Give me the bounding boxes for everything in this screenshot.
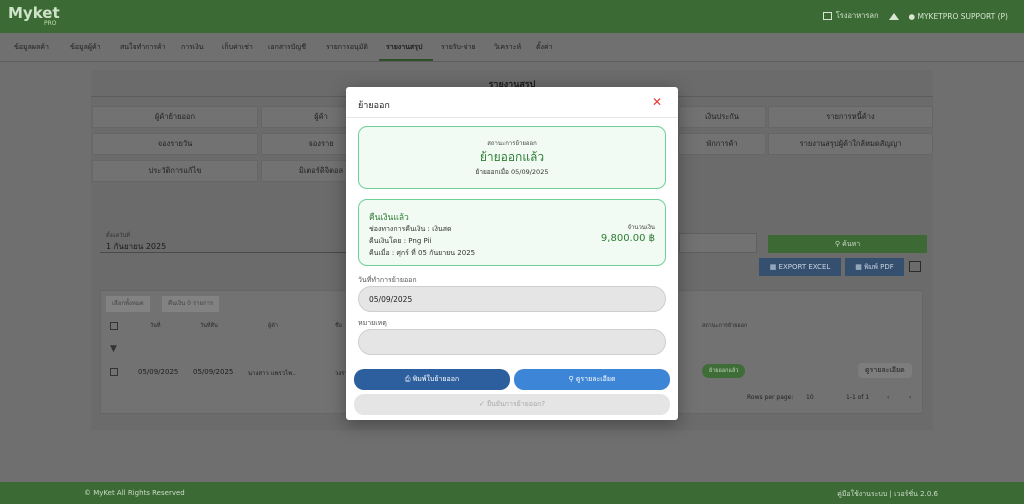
note-input[interactable] — [358, 329, 666, 355]
status-card: สถานะการย้ายออก ย้ายออกแล้ว ย้ายออกเมื่อ… — [358, 126, 666, 189]
footer-copyright: © MyKet All Rights Reserved — [84, 489, 185, 497]
moveout-date-input[interactable]: 05/09/2025 — [358, 286, 666, 312]
close-icon[interactable]: ✕ — [652, 95, 662, 109]
nav-item-rent[interactable]: เก็บค่าเช่า — [222, 42, 253, 53]
footer-version[interactable]: คู่มือใช้งานระบบ | เวอร์ชั่น 2.0.6 — [837, 489, 938, 500]
nav-item-approval[interactable]: รายการอนุมัติ — [326, 42, 368, 53]
filter-icon[interactable]: ▼ — [110, 344, 117, 354]
nav-item-analysis[interactable]: วิเคราะห์ — [494, 42, 521, 53]
nav-item-income[interactable]: รายรับ-จ่าย — [441, 42, 476, 53]
from-date-value: 1 กันยายน 2025 — [106, 242, 167, 251]
export-excel-button[interactable]: ▦ EXPORT EXCEL — [759, 258, 841, 276]
moveout-date-value: 05/09/2025 — [369, 295, 413, 304]
from-date-field[interactable]: ตั้งแต่วันที่ 1 กันยายน 2025 — [100, 231, 350, 253]
dialog-title: ย้ายออก — [358, 101, 390, 111]
refund-date: คืนเมื่อ : ศุกร์ ที่ 05 กันยายน 2025 — [369, 249, 476, 257]
dialog-divider — [346, 117, 678, 118]
store-icon — [822, 12, 832, 20]
refund-card: คืนเงินแล้ว ช่องทางการคืนเงิน : เงินสด ค… — [358, 199, 666, 266]
print-moveout-button[interactable]: ⎙ พิมพ์ใบย้ายออก — [354, 369, 510, 390]
nav-item-summary[interactable]: รายงานสรุป — [386, 42, 422, 53]
footer: © MyKet All Rights Reserved คู่มือใช้งาน… — [0, 482, 1024, 504]
search-button[interactable]: ⚲ ค้นหา — [768, 235, 927, 253]
print-pdf-label: พิมพ์ PDF — [864, 263, 894, 271]
amount-label: จำนวนเงิน — [627, 224, 655, 231]
view-detail-label: ดูรายละเอียด — [575, 375, 616, 383]
amount-value: 9,800.00 ฿ — [600, 233, 655, 244]
report-btn-suspend[interactable]: พักการค้า — [678, 133, 766, 155]
refund-channel: ช่องทางการคืนเงิน : เงินสด — [369, 225, 452, 233]
pagination-range: 1-1 of 1 — [846, 394, 870, 401]
col-refund-date[interactable]: วันที่คืน — [200, 322, 218, 330]
top-right-actions: โรงอาหารลก ● MYKETPRO SUPPORT (P) — [822, 10, 1008, 22]
main-nav: ข้อมูลผลค้า ข้อมูลผู้ค้า สนใจทำการค้า กา… — [0, 33, 1024, 62]
row-status-badge: ย้ายออกแล้ว — [702, 364, 746, 378]
refund-by: คืนเงินโดย : Png Pii — [369, 237, 432, 245]
col-name[interactable]: ชื่อ — [335, 322, 342, 330]
from-date-label: ตั้งแต่วันที่ — [106, 233, 130, 239]
report-btn-moveout[interactable]: ผู้ค้าย้ายออก — [92, 106, 258, 128]
home-icon[interactable] — [888, 12, 899, 20]
status-value: ย้ายออกแล้ว — [479, 150, 545, 164]
select-all-chip[interactable]: เลือกทั้งหมด — [106, 296, 150, 312]
store-link[interactable]: โรงอาหารลก — [822, 10, 879, 22]
row-merchant: นางสาว แพรวไพ.. — [248, 370, 296, 377]
nav-item-shop-info[interactable]: ข้อมูลผลค้า — [14, 42, 49, 53]
row-checkbox[interactable] — [110, 368, 118, 376]
print-moveout-label: พิมพ์ใบย้ายออก — [412, 375, 460, 383]
user-label: MYKETPRO SUPPORT (P) — [917, 11, 1008, 21]
report-btn-history[interactable]: ประวัติการแก้ไข — [92, 160, 258, 182]
refund-title: คืนเงินแล้ว — [369, 213, 409, 223]
store-label: โรงอาหารลก — [835, 11, 879, 20]
nav-item-finance[interactable]: การเงิน — [181, 42, 204, 53]
search-label: ค้นหา — [842, 240, 861, 248]
row-refund-date: 05/09/2025 — [193, 368, 234, 376]
note-label: หมายเหตุ — [358, 319, 387, 327]
rows-per-page-label: Rows per page: — [747, 394, 794, 401]
logo-sub: PRO — [44, 20, 57, 27]
report-btn-contract[interactable]: รายงานสรุปผู้ค้าใกล้หมดสัญญา — [768, 133, 933, 155]
status-label: สถานะการย้ายออก — [487, 140, 537, 147]
col-date[interactable]: วันที่ — [150, 322, 160, 330]
user-menu[interactable]: ● MYKETPRO SUPPORT (P) — [909, 12, 1008, 21]
row-date: 05/09/2025 — [138, 368, 179, 376]
col-status[interactable]: สถานะการย้ายออก — [702, 322, 747, 330]
nav-item-settings[interactable]: ตั้งค่า — [536, 42, 553, 53]
report-btn-debt[interactable]: รายการหนี้ค้าง — [768, 106, 933, 128]
confirm-moveout-label: ยืนยันการย้ายออก? — [486, 400, 546, 408]
top-bar: Myket PRO โรงอาหารลก ● MYKETPRO SUPPORT … — [0, 0, 1024, 33]
next-page-icon[interactable]: › — [909, 394, 911, 401]
prev-page-icon[interactable]: ‹ — [887, 394, 889, 401]
refund-count-chip[interactable]: คืนเงิน 0 รายการ — [162, 296, 220, 312]
nav-item-interest[interactable]: สนใจทำการค้า — [120, 42, 166, 53]
report-btn-daily[interactable]: จองรายวัน — [92, 133, 258, 155]
nav-item-accounting[interactable]: เอกสารบัญชี — [268, 42, 306, 53]
table-settings-icon[interactable] — [909, 261, 921, 272]
confirm-moveout-button[interactable]: ✓ ยืนยันการย้ายออก? — [354, 394, 670, 415]
row-detail-button[interactable]: ดูรายละเอียด — [858, 363, 912, 378]
print-pdf-button[interactable]: ▦ พิมพ์ PDF — [845, 258, 904, 276]
nav-item-merchant-info[interactable]: ข้อมูลผู้ค้า — [70, 42, 101, 53]
status-date: ย้ายออกเมื่อ 05/09/2025 — [475, 168, 549, 176]
moveout-date-label: วันที่ทำการย้ายออก — [358, 276, 417, 284]
report-btn-deposit[interactable]: เงินประกัน — [678, 106, 766, 128]
filter-field[interactable] — [679, 233, 757, 253]
moveout-dialog: ย้ายออก ✕ สถานะการย้ายออก ย้ายออกแล้ว ย้… — [346, 87, 678, 420]
select-all-checkbox[interactable] — [110, 322, 118, 330]
view-detail-button[interactable]: ⚲ ดูรายละเอียด — [514, 369, 670, 390]
rows-per-page-select[interactable]: 10 — [806, 394, 814, 401]
export-excel-label: EXPORT EXCEL — [778, 263, 831, 271]
nav-active-indicator — [379, 59, 433, 61]
col-merchant[interactable]: ผู้ค้า — [268, 322, 278, 330]
